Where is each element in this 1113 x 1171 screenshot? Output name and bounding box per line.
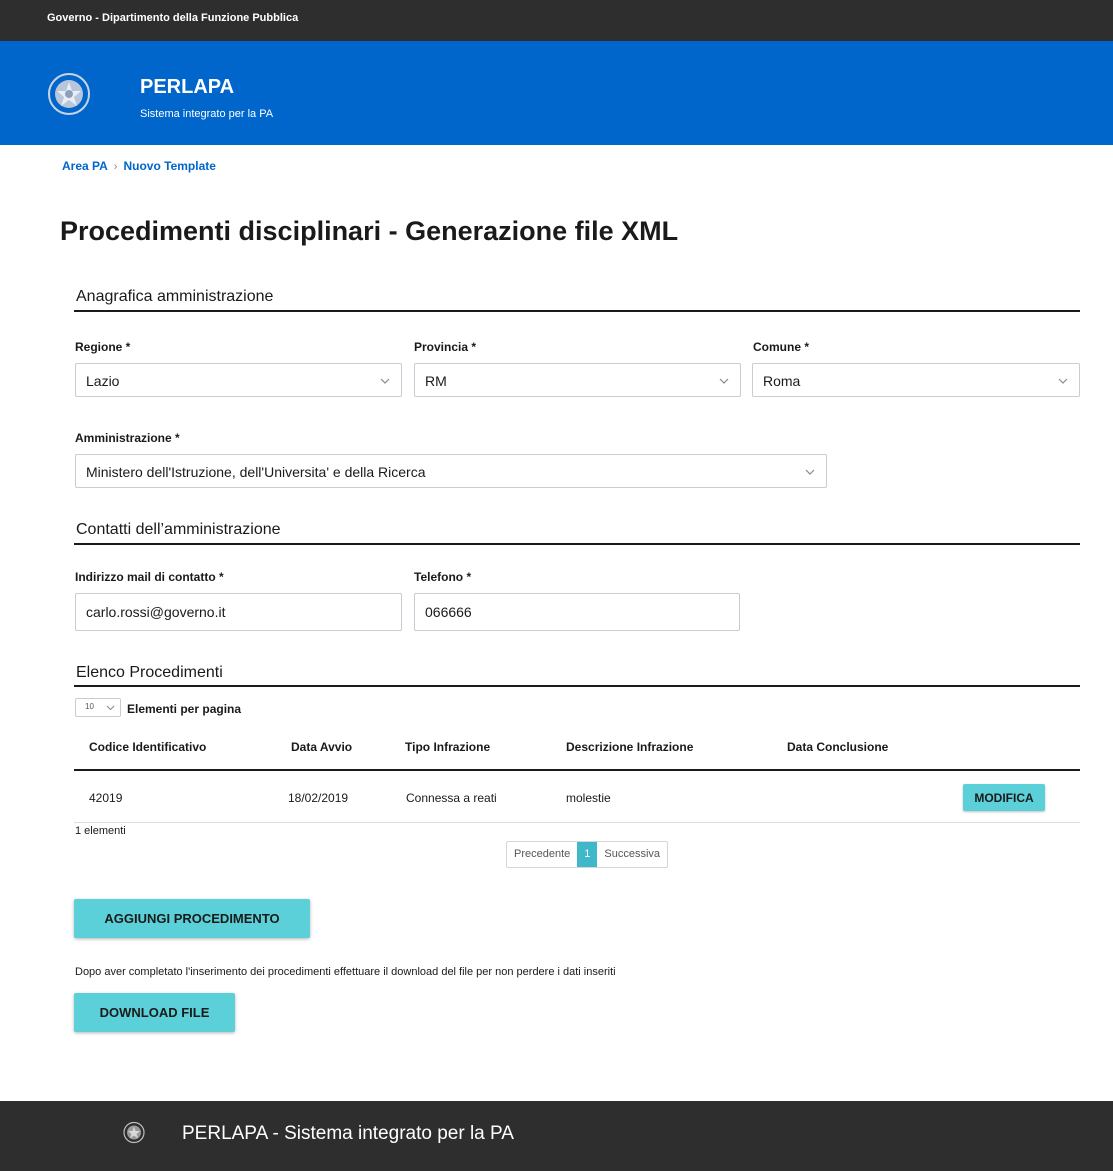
- amministrazione-label: Amministrazione *: [75, 431, 180, 445]
- email-label: Indirizzo mail di contatto *: [75, 570, 224, 584]
- cell-codice: 42019: [89, 791, 123, 805]
- add-procedimento-button[interactable]: AGGIUNGI PROCEDIMENTO: [74, 899, 310, 938]
- italian-republic-emblem-icon[interactable]: [47, 71, 91, 117]
- comune-select[interactable]: Roma: [752, 363, 1080, 397]
- per-page-value: 10: [85, 702, 94, 711]
- modifica-button[interactable]: MODIFICA: [963, 784, 1045, 811]
- download-note: Dopo aver completato l'inserimento dei p…: [75, 966, 616, 978]
- breadcrumb: Area PA › Nuovo Template: [62, 159, 216, 173]
- site-subtitle: Sistema integrato per la PA: [140, 108, 274, 120]
- per-page-select[interactable]: 10: [75, 698, 121, 717]
- chevron-down-icon: [719, 378, 729, 384]
- table-header-divider: [74, 769, 1080, 771]
- pagination-next[interactable]: Successiva: [597, 842, 667, 867]
- results-count: 1 elementi: [75, 825, 126, 837]
- breadcrumb-separator: ›: [113, 161, 118, 173]
- government-bar: Governo - Dipartimento della Funzione Pu…: [0, 0, 1113, 41]
- site-title[interactable]: PERLAPA: [140, 76, 234, 99]
- pagination-page-current[interactable]: 1: [577, 842, 598, 867]
- site-header: PERLAPA Sistema integrato per la PA: [0, 41, 1113, 145]
- telefono-label: Telefono *: [414, 570, 472, 584]
- column-header-tipo-infrazione[interactable]: Tipo Infrazione: [405, 740, 490, 754]
- chevron-down-icon: [1058, 378, 1068, 384]
- download-file-button[interactable]: DOWNLOAD FILE: [74, 993, 235, 1032]
- comune-value: Roma: [763, 373, 801, 389]
- section-title-procedimenti: Elenco Procedimenti: [76, 664, 223, 681]
- column-header-data-avvio[interactable]: Data Avvio: [291, 740, 352, 754]
- provincia-value: RM: [425, 373, 447, 389]
- government-bar-text[interactable]: Governo - Dipartimento della Funzione Pu…: [47, 12, 298, 24]
- pagination: Precedente 1 Successiva: [506, 841, 669, 868]
- section-title-contatti: Contatti dell’amministrazione: [76, 521, 281, 538]
- provincia-label: Provincia *: [414, 340, 477, 354]
- comune-label: Comune *: [753, 340, 810, 354]
- page-title: Procedimenti disciplinari - Generazione …: [60, 216, 679, 246]
- cell-descrizione: molestie: [566, 791, 611, 805]
- regione-value: Lazio: [86, 373, 120, 389]
- cell-data-avvio: 18/02/2019: [288, 791, 349, 805]
- footer-title: PERLAPA - Sistema integrato per la PA: [182, 1123, 514, 1144]
- section-divider: [74, 310, 1080, 312]
- breadcrumb-item-area-pa[interactable]: Area PA: [62, 159, 108, 173]
- column-header-data-conclusione[interactable]: Data Conclusione: [787, 740, 888, 754]
- regione-label: Regione *: [75, 340, 131, 354]
- chevron-down-icon: [380, 378, 390, 384]
- pagination-previous[interactable]: Precedente: [507, 842, 577, 867]
- row-divider: [74, 822, 1080, 823]
- breadcrumb-item-nuovo-template[interactable]: Nuovo Template: [123, 159, 215, 173]
- column-header-codice[interactable]: Codice Identificativo: [89, 740, 206, 754]
- cell-tipo-infrazione: Connessa a reati: [406, 791, 497, 805]
- per-page-label: Elementi per pagina: [127, 702, 242, 716]
- provincia-select[interactable]: RM: [414, 363, 741, 397]
- chevron-down-icon: [805, 469, 815, 475]
- email-field[interactable]: [75, 593, 402, 631]
- telefono-field[interactable]: [414, 593, 740, 631]
- italian-republic-emblem-icon: [123, 1121, 145, 1144]
- site-footer: PERLAPA - Sistema integrato per la PA: [0, 1101, 1113, 1171]
- amministrazione-value: Ministero dell'Istruzione, dell'Universi…: [86, 464, 426, 480]
- section-divider: [74, 685, 1080, 687]
- chevron-down-icon: [106, 705, 115, 711]
- amministrazione-select[interactable]: Ministero dell'Istruzione, dell'Universi…: [75, 454, 827, 488]
- section-divider: [74, 543, 1080, 545]
- section-title-anagrafica: Anagrafica amministrazione: [76, 288, 274, 305]
- regione-select[interactable]: Lazio: [75, 363, 402, 397]
- column-header-descrizione[interactable]: Descrizione Infrazione: [566, 740, 693, 754]
